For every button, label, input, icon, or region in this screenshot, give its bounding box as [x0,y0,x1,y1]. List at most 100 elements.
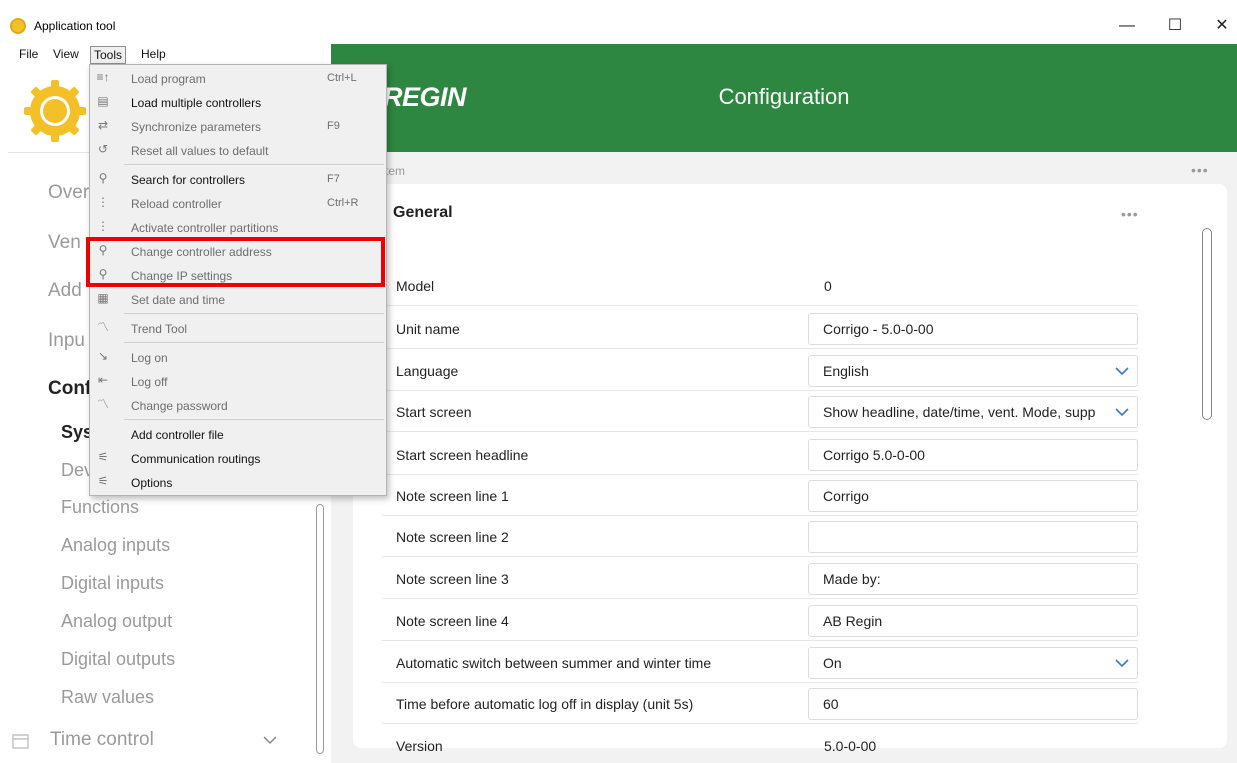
tools-menu-item[interactable]: ↺ Reset all values to default [90,139,386,163]
section-more-icon[interactable]: ••• [1191,162,1209,178]
field-row: Automatic switch between summer and wint… [382,643,1138,683]
field-input-value: Show headline, date/time, vent. Mode, su… [823,404,1096,420]
tools-menu-item[interactable]: ≡↑ Load program Ctrl+L [90,67,386,91]
menu-separator [124,419,384,420]
menu-item-label: Reset all values to default [131,144,269,158]
tools-menu-item[interactable]: ↘ Log on [90,346,386,370]
menu-item-icon: ⇄ [97,118,109,132]
field-label: Model [396,278,435,294]
menu-item-icon: 〽 [96,320,109,334]
tools-menu-item[interactable]: ⇤ Log off [90,370,386,394]
field-input-value: Corrigo [823,488,869,504]
chevron-down-icon [1115,405,1129,419]
minimize-button[interactable]: — [1112,13,1142,39]
field-label: Note screen line 3 [396,571,509,587]
menu-item-label: Communication routings [131,452,261,466]
subnav-digital-outputs[interactable]: Digital outputs [61,649,175,670]
sidebar-scrollbar[interactable] [316,504,324,754]
field-row: Language English [382,351,1138,391]
field-input[interactable]: Made by: [808,563,1138,595]
menu-item-label: Synchronize parameters [131,120,262,134]
subnav-functions[interactable]: Functions [61,497,139,518]
maximize-button[interactable]: ☐ [1160,13,1190,39]
field-select[interactable]: English [808,355,1138,387]
field-label: Language [396,363,459,379]
app-logo-icon [24,80,86,142]
field-input[interactable]: AB Regin [808,605,1138,637]
app-gear-icon [10,18,26,34]
nav-inputs[interactable]: Inpu [48,330,85,352]
tools-menu-item[interactable]: 〽 Trend Tool [90,317,386,341]
menu-item-icon: ⇤ [97,373,109,387]
field-label: Version [396,738,443,754]
menu-item-label: Log on [131,351,168,365]
card-scrollbar[interactable] [1202,228,1212,420]
field-select[interactable]: On [808,647,1138,679]
menu-tools[interactable]: Tools [90,46,127,64]
menu-item-shortcut: Ctrl+L [327,72,357,84]
menu-help[interactable]: Help [138,46,169,62]
field-label: Start screen [396,404,472,420]
field-value: 0 [824,278,832,294]
subnav-digital-inputs[interactable]: Digital inputs [61,573,164,594]
field-row: Unit name Corrigo - 5.0-0-00 [382,309,1138,349]
tools-menu-item[interactable]: ⚲ Search for controllers F7 [90,168,386,192]
field-label: Note screen line 2 [396,529,509,545]
nav-overview[interactable]: Over [48,182,89,204]
nav-ventilation[interactable]: Ven [48,232,81,254]
page-title: Configuration [718,84,850,109]
field-input-value: Corrigo - 5.0-0-00 [823,321,934,337]
menu-item-label: Reload controller [131,197,222,211]
card-more-icon[interactable]: ••• [1121,206,1139,222]
field-row: Start screen Show headline, date/time, ve… [382,392,1138,432]
field-input[interactable]: Corrigo [808,480,1138,512]
tools-menu-item[interactable]: ⚟ Options [90,471,386,495]
subnav-analog-output[interactable]: Analog output [61,611,172,632]
field-input[interactable]: Corrigo 5.0-0-00 [808,439,1138,471]
tools-menu-item[interactable]: ⚟ Communication routings [90,447,386,471]
window-title: Application tool [34,19,116,33]
field-label: Automatic switch between summer and wint… [396,655,712,671]
close-button[interactable]: ✕ [1207,13,1237,39]
tools-menu-item[interactable]: ▦ Set date and time [90,288,386,312]
menu-file[interactable]: File [16,46,41,62]
highlight-box [86,237,385,287]
tools-menu-item[interactable]: ⋮ Reload controller Ctrl+R [90,192,386,216]
nav-additional[interactable]: Add [48,280,82,302]
tools-menu-item[interactable]: 〽 Change password [90,394,386,418]
tools-menu-item[interactable]: Add controller file [90,423,386,447]
nav-configuration[interactable]: Conf [48,378,91,400]
menu-separator [124,342,384,343]
field-value: 5.0-0-00 [824,738,877,754]
menu-item-label: Options [131,476,173,490]
field-input[interactable]: Corrigo - 5.0-0-00 [808,313,1138,345]
menu-item-icon: ↘ [97,349,109,363]
menu-bar: File View Tools Help [0,44,330,64]
menu-view[interactable]: View [50,46,82,62]
subnav-raw-values[interactable]: Raw values [61,687,154,708]
field-label: Note screen line 1 [396,488,509,504]
field-select[interactable]: Show headline, date/time, vent. Mode, su… [808,396,1138,428]
menu-item-icon: ⋮ [97,195,109,209]
time-control-label: Time control [50,729,154,750]
general-card: General ••• Model 0 Unit name Corrigo - 5.0… [353,184,1227,754]
subnav-analog-inputs[interactable]: Analog inputs [61,535,170,556]
menu-item-icon: ▦ [97,291,109,305]
field-input-value: Corrigo 5.0-0-00 [823,447,925,463]
menu-item-label: Activate controller partitions [131,221,279,235]
calendar-icon [12,734,29,749]
content-area: stem ••• General ••• Model 0 Unit name Corr… [331,152,1237,763]
menu-item-label: Trend Tool [131,322,188,336]
menu-item-label: Add controller file [131,428,224,442]
menu-item-icon: 〽 [96,397,109,411]
field-input[interactable] [808,521,1138,553]
menu-item-icon: ⚟ [97,450,109,464]
tools-menu-item[interactable]: ⇄ Synchronize parameters F9 [90,115,386,139]
menu-item-icon: ⚟ [97,474,109,488]
tools-menu-item[interactable]: ▤ Load multiple controllers [90,91,386,115]
chevron-down-icon [1115,364,1129,378]
field-input[interactable]: 60 [808,688,1138,720]
field-row: Time before automatic log off in display… [382,684,1138,724]
title-bar: Application tool — ☐ ✕ [0,0,1237,44]
nav-time-control[interactable]: Time control [12,728,302,754]
